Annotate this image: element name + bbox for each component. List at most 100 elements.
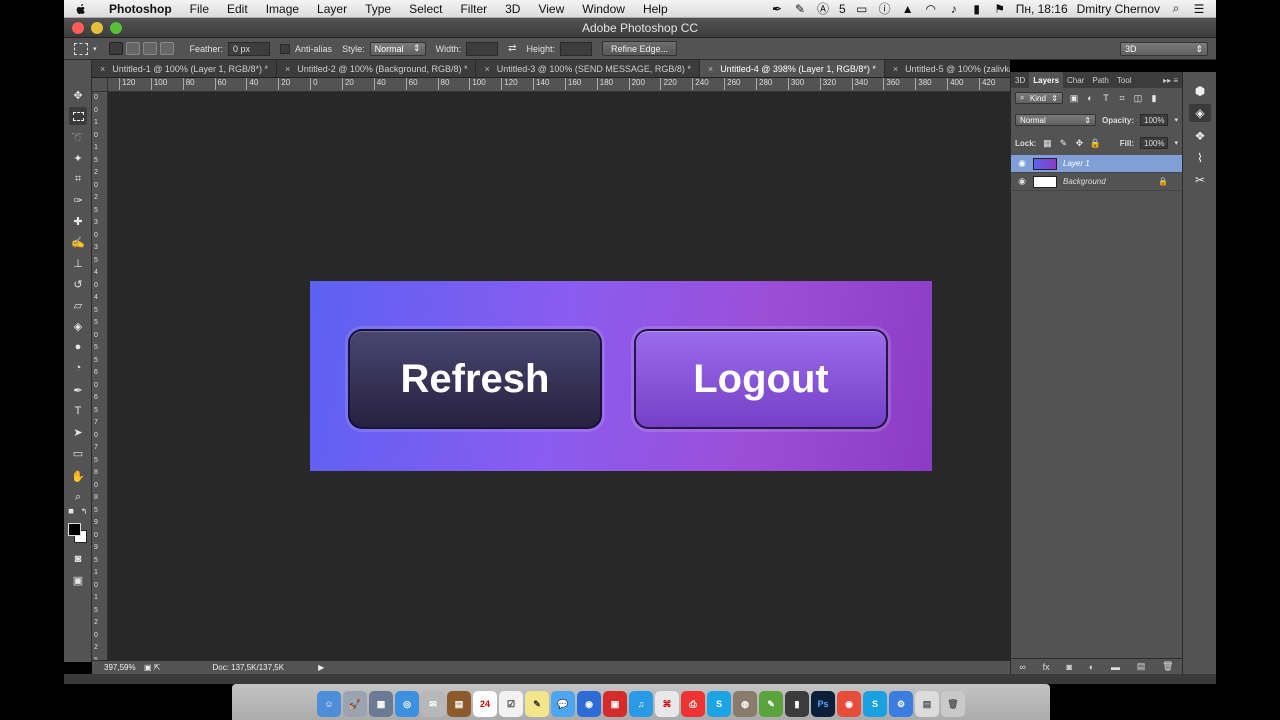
opacity-input[interactable]: 100% <box>1140 114 1169 126</box>
documents-stack-icon[interactable]: ▤ <box>915 691 939 717</box>
swap-colors-icon[interactable]: ↰ <box>79 506 89 516</box>
pen-tool-status-icon[interactable]: ✒ <box>770 2 784 16</box>
style-dropdown[interactable]: Normal ⇕ <box>369 41 426 56</box>
menu-app-name[interactable]: Photoshop <box>100 2 181 16</box>
filter-kind-dropdown[interactable]: ⌕ Kind ⇕ <box>1015 92 1063 104</box>
workspace-dropdown[interactable]: 3D ⇕ <box>1120 42 1208 56</box>
rectangular-marquee-tool-icon[interactable] <box>69 107 87 125</box>
layer-name[interactable]: Background <box>1063 177 1106 186</box>
system-preferences-icon[interactable]: ⚙ <box>889 691 913 717</box>
foreground-color-swatch[interactable] <box>68 523 81 536</box>
photoshop-icon[interactable]: Ps <box>811 691 835 717</box>
subtract-from-selection-button[interactable] <box>142 42 157 55</box>
magic-wand-tool-icon[interactable]: ✦ <box>69 149 87 167</box>
eyedropper-tool-icon[interactable]: ✑ <box>69 191 87 209</box>
fill-input[interactable]: 100% <box>1140 137 1169 149</box>
type-tool-icon[interactable]: T <box>69 402 87 420</box>
apple-icon[interactable] <box>74 2 88 16</box>
trash-icon[interactable]: 🗑 <box>941 691 965 717</box>
vertical-ruler[interactable]: 0 0 1 0 1 5 2 0 2 5 3 0 3 5 4 0 4 5 5 0 5 5 6 0 6 5 7 0 7 5 8 0 8 5 9 0 9 5 1 0… <box>92 92 108 664</box>
filter-type-icon[interactable]: T <box>1101 93 1111 103</box>
menubar-user[interactable]: Dmitry Chernov <box>1077 2 1160 16</box>
lock-image-icon[interactable]: ✎ <box>1058 138 1068 148</box>
intersect-selection-button[interactable] <box>159 42 174 55</box>
status-icons[interactable]: ▣ ⇱ <box>144 663 160 672</box>
notification-list-icon[interactable]: ☰ <box>1192 2 1206 16</box>
menu-image[interactable]: Image <box>257 2 308 16</box>
tab-untitled-5[interactable]: × Untitled-5 @ 100% (zalivka_kn... <box>885 60 1010 77</box>
calendar-icon[interactable]: 24 <box>473 691 497 717</box>
pen-tool-icon[interactable]: ✒ <box>69 381 87 399</box>
airplay-icon[interactable]: ▲ <box>901 2 915 16</box>
marquee-tool-preset-icon[interactable] <box>74 42 88 55</box>
lasso-tool-icon[interactable]: ➰ <box>69 128 87 146</box>
layer-name[interactable]: Layer 1 <box>1063 159 1090 168</box>
document-image[interactable]: Refresh Logout <box>310 281 932 471</box>
blend-mode-dropdown[interactable]: Normal ⇕ <box>1015 114 1096 126</box>
menu-select[interactable]: Select <box>400 2 451 16</box>
layer-row-background[interactable]: ◉ Background 🔒 <box>1011 173 1182 191</box>
mail-icon[interactable]: ✉ <box>421 691 445 717</box>
close-icon[interactable]: × <box>708 64 713 74</box>
hand-tool-icon[interactable]: ✋ <box>69 467 87 485</box>
new-selection-button[interactable] <box>108 42 123 55</box>
lock-transparent-icon[interactable]: ▦ <box>1042 138 1052 148</box>
menu-help[interactable]: Help <box>634 2 677 16</box>
battery-icon[interactable]: ▮ <box>970 2 984 16</box>
layer-row-layer-1[interactable]: ◉ Layer 1 <box>1011 155 1182 173</box>
layer-style-fx-icon[interactable]: fx <box>1043 662 1050 672</box>
adjustment-layer-icon[interactable]: ◐ <box>1089 662 1094 672</box>
photo-booth-icon[interactable]: ▣ <box>603 691 627 717</box>
tab-untitled-4[interactable]: × Untitled-4 @ 398% (Layer 1, RGB/8*) * <box>699 60 885 77</box>
quick-mask-icon[interactable]: ◙ <box>69 550 87 568</box>
skype-icon[interactable]: S <box>707 691 731 717</box>
menu-view[interactable]: View <box>529 2 573 16</box>
filter-shape-icon[interactable]: ⌗ <box>1117 93 1127 103</box>
visibility-eye-icon[interactable]: ◉ <box>1011 158 1033 169</box>
rectangle-tool-icon[interactable]: ▭ <box>69 444 87 462</box>
visibility-eye-icon[interactable]: ◉ <box>1011 176 1033 187</box>
default-colors-icon[interactable]: ◼ <box>66 506 76 516</box>
window-close-button[interactable] <box>72 22 84 34</box>
evernote-status-icon[interactable]: ✎ <box>793 2 807 16</box>
close-icon[interactable]: × <box>893 64 898 74</box>
menu-file[interactable]: File <box>181 2 218 16</box>
terminal-icon[interactable]: ▮ <box>785 691 809 717</box>
filter-pixel-icon[interactable]: ▣ <box>1069 93 1079 103</box>
menubar-clock[interactable]: Пн, 18:16 <box>1016 2 1068 16</box>
status-menu-arrow-icon[interactable]: ▶ <box>318 663 324 672</box>
menu-edit[interactable]: Edit <box>218 2 257 16</box>
window-zoom-button[interactable] <box>110 22 122 34</box>
menu-window[interactable]: Window <box>573 2 634 16</box>
filter-smart-object-icon[interactable]: ◫ <box>1133 93 1143 103</box>
itunes-icon[interactable]: ♫ <box>629 691 653 717</box>
display-icon[interactable]: ▭ <box>855 2 869 16</box>
flag-icon[interactable]: ⚑ <box>993 2 1007 16</box>
lock-all-icon[interactable]: 🔒 <box>1090 138 1101 148</box>
panel-menu-icon[interactable]: ▸▸ ≡ <box>1163 76 1182 85</box>
link-layers-icon[interactable]: ∞ <box>1019 662 1025 672</box>
screen-mode-icon[interactable]: ▣ <box>69 571 87 589</box>
clone-stamp-tool-icon[interactable]: ⊥ <box>69 254 87 272</box>
dodge-tool-icon[interactable]: ◔ <box>69 359 87 377</box>
fill-slider-toggle-icon[interactable]: ▾ <box>1174 139 1178 147</box>
pdf-icon[interactable]: ⎙ <box>681 691 705 717</box>
ruler-origin[interactable] <box>92 78 108 92</box>
tab-3d[interactable]: 3D <box>1011 72 1029 88</box>
window-minimize-button[interactable] <box>91 22 103 34</box>
paths-panel-icon[interactable]: ⌇ <box>1189 149 1211 167</box>
facetime-icon[interactable]: ◉ <box>577 691 601 717</box>
game-center-icon[interactable]: ◍ <box>733 691 757 717</box>
blur-tool-icon[interactable]: ● <box>69 338 87 356</box>
filter-toggle-icon[interactable]: ▮ <box>1149 93 1159 103</box>
tab-paths[interactable]: Path <box>1088 72 1112 88</box>
new-layer-icon[interactable]: ▤ <box>1137 661 1146 672</box>
3d-panel-icon[interactable]: ⬢ <box>1189 82 1211 100</box>
zoom-level[interactable]: 397,59% <box>92 663 144 672</box>
info-icon[interactable]: ⓘ <box>878 2 892 16</box>
opacity-slider-toggle-icon[interactable]: ▾ <box>1174 116 1178 124</box>
feather-input[interactable]: 0 px <box>228 41 271 56</box>
healing-brush-tool-icon[interactable]: ✚ <box>69 212 87 230</box>
history-brush-tool-icon[interactable]: ↺ <box>69 275 87 293</box>
eraser-tool-icon[interactable]: ▱ <box>69 296 87 314</box>
